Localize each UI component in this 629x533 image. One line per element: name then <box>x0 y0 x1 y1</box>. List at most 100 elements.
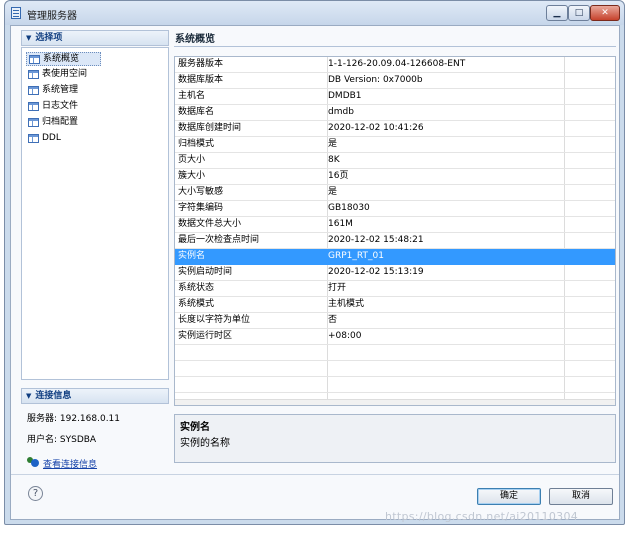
nav-item-label: DDL <box>42 133 61 143</box>
table-row[interactable]: 大小写敏感 是 <box>175 185 615 201</box>
table-row[interactable]: 长度以字符为单位 否 <box>175 313 615 329</box>
table-row[interactable]: 服务器版本 1-1-126-20.09.04-126608-ENT <box>175 57 615 73</box>
cancel-button[interactable]: 取消 <box>549 488 613 505</box>
table-row[interactable]: 主机名 DMDB1 <box>175 89 615 105</box>
property-name: 数据库创建时间 <box>178 123 242 133</box>
property-name: 归档模式 <box>178 139 215 149</box>
table-row[interactable]: 簇大小 16页 <box>175 169 615 185</box>
minimize-icon: ▁ <box>553 8 561 18</box>
nav-item-table-space[interactable]: 表使用空间 <box>26 68 101 82</box>
property-name: 长度以字符为单位 <box>178 315 251 325</box>
table-row[interactable]: 数据文件总大小 161M <box>175 217 615 233</box>
property-name: 实例运行时区 <box>178 331 233 341</box>
table-row[interactable]: 系统状态 打开 <box>175 281 615 297</box>
table-row[interactable]: 系统模式 主机模式 <box>175 297 615 313</box>
title-bar[interactable]: 管理服务器 ▁ □ ✕ <box>5 1 624 25</box>
property-value: 1-1-126-20.09.04-126608-ENT <box>328 59 466 69</box>
property-name: 系统状态 <box>178 283 215 293</box>
empty-row <box>175 345 615 361</box>
description-box: 实例名 实例的名称 <box>174 414 616 463</box>
nav-item-label: 表使用空间 <box>42 69 88 79</box>
property-name: 服务器版本 <box>178 59 224 69</box>
user-icon <box>27 457 39 467</box>
property-value: 2020-12-02 15:48:21 <box>328 235 424 245</box>
property-name: 数据库版本 <box>178 75 224 85</box>
connection-info: 服务器: 192.168.0.11 用户名: SYSDBA 查看连接信息 <box>21 405 169 475</box>
close-button[interactable]: ✕ <box>590 5 620 21</box>
selection-header-label: 选择项 <box>35 33 63 43</box>
nav-item-label: 系统概览 <box>43 54 80 64</box>
selection-panel: ▼ 选择项 系统概览 表使用空间 系统管理 日志文件 归档配置 DDL <box>21 30 169 380</box>
property-name: 数据库名 <box>178 107 215 117</box>
page-title: 系统概览 <box>175 34 215 45</box>
maximize-button[interactable]: □ <box>568 5 590 21</box>
help-icon[interactable]: ? <box>28 486 43 501</box>
table-row[interactable]: 数据库版本 DB Version: 0x7000b <box>175 73 615 89</box>
selection-header[interactable]: ▼ 选择项 <box>21 30 169 46</box>
property-value: 16页 <box>328 171 349 181</box>
property-value: GRP1_RT_01 <box>328 251 384 261</box>
property-name: 字符集编码 <box>178 203 224 213</box>
connection-panel: ▼ 连接信息 服务器: 192.168.0.11 用户名: SYSDBA 查看连接… <box>21 388 169 476</box>
property-value: 8K <box>328 155 340 165</box>
title-divider <box>174 46 616 47</box>
property-value: DMDB1 <box>328 91 362 101</box>
property-name: 簇大小 <box>178 171 206 181</box>
minimize-button[interactable]: ▁ <box>546 5 568 21</box>
horizontal-scrollbar[interactable] <box>175 399 615 405</box>
property-name: 实例启动时间 <box>178 267 233 277</box>
watermark: https://blog.csdn.net/ai20110304 <box>385 510 579 523</box>
table-row[interactable]: 归档模式 是 <box>175 137 615 153</box>
table-icon <box>29 55 40 64</box>
table-icon <box>28 134 39 143</box>
property-value: +08:00 <box>328 331 362 341</box>
table-row[interactable]: 数据库创建时间 2020-12-02 10:41:26 <box>175 121 615 137</box>
nav-item-log-files[interactable]: 日志文件 <box>26 100 101 114</box>
property-value: 是 <box>328 187 338 197</box>
manage-server-window: 管理服务器 ▁ □ ✕ ▼ 选择项 系统概览 表使用空间 系统管理 日志文件 归… <box>4 0 625 525</box>
table-row[interactable]: 数据库名 dmdb <box>175 105 615 121</box>
table-icon <box>28 118 39 127</box>
server-address: 服务器: 192.168.0.11 <box>27 414 121 424</box>
property-value: 2020-12-02 10:41:26 <box>328 123 424 133</box>
collapse-arrow-icon: ▼ <box>26 392 32 400</box>
property-name: 数据文件总大小 <box>178 219 242 229</box>
property-name: 系统模式 <box>178 299 215 309</box>
table-row[interactable]: 实例名 GRP1_RT_01 <box>175 249 615 265</box>
property-value: 2020-12-02 15:13:19 <box>328 267 424 277</box>
nav-tree: 系统概览 表使用空间 系统管理 日志文件 归档配置 DDL <box>21 47 169 380</box>
table-row[interactable]: 实例运行时区 +08:00 <box>175 329 615 345</box>
footer-divider <box>11 474 619 475</box>
property-value: 主机模式 <box>328 299 365 309</box>
connection-header-label: 连接信息 <box>35 391 72 401</box>
table-row[interactable]: 最后一次检查点时间 2020-12-02 15:48:21 <box>175 233 615 249</box>
description-text: 实例的名称 <box>180 438 230 449</box>
maximize-icon: □ <box>574 8 584 18</box>
nav-item-label: 系统管理 <box>42 85 79 95</box>
table-icon <box>28 102 39 111</box>
table-row[interactable]: 实例启动时间 2020-12-02 15:13:19 <box>175 265 615 281</box>
nav-item-archive-config[interactable]: 归档配置 <box>26 116 101 130</box>
property-name: 主机名 <box>178 91 206 101</box>
view-connection-link[interactable]: 查看连接信息 <box>43 457 97 470</box>
window-title: 管理服务器 <box>27 11 77 22</box>
nav-item-label: 归档配置 <box>42 117 79 127</box>
nav-item-ddl[interactable]: DDL <box>26 132 101 146</box>
nav-item-system-overview[interactable]: 系统概览 <box>26 52 101 66</box>
close-icon: ✕ <box>601 8 609 18</box>
property-value: DB Version: 0x7000b <box>328 75 423 85</box>
description-title: 实例名 <box>180 422 210 433</box>
nav-item-system-manage[interactable]: 系统管理 <box>26 84 101 98</box>
ok-button[interactable]: 确定 <box>477 488 541 505</box>
table-row[interactable]: 字符集编码 GB18030 <box>175 201 615 217</box>
user-name: 用户名: SYSDBA <box>27 435 97 445</box>
property-grid[interactable]: 服务器版本 1-1-126-20.09.04-126608-ENT 数据库版本 DB … <box>174 56 616 406</box>
app-icon <box>11 7 21 19</box>
property-name: 最后一次检查点时间 <box>178 235 260 245</box>
table-row[interactable]: 页大小 8K <box>175 153 615 169</box>
connection-header[interactable]: ▼ 连接信息 <box>21 388 169 404</box>
dialog-client: ▼ 选择项 系统概览 表使用空间 系统管理 日志文件 归档配置 DDL ▼ 连接… <box>10 25 620 520</box>
property-value: 是 <box>328 139 338 149</box>
property-value: 161M <box>328 219 353 229</box>
empty-row <box>175 361 615 377</box>
